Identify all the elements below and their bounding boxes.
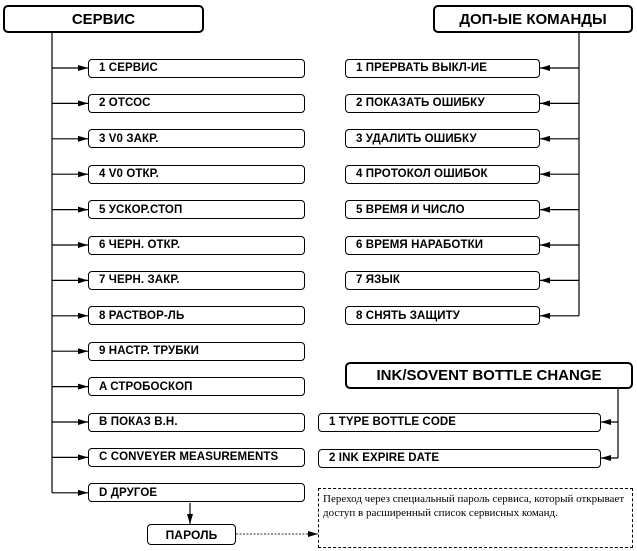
extra-menu-item[interactable]: 5 ВРЕМЯ И ЧИСЛО [345,200,540,220]
service-menu-item[interactable]: B ПОКАЗ В.Н. [88,412,305,432]
service-header: СЕРВИС [3,5,204,33]
extra-menu-item[interactable]: 4 ПРОТОКОЛ ОШИБОК [345,164,540,184]
service-menu-item[interactable]: 4 V0 ОТКР. [88,164,305,184]
extra-menu-item[interactable]: 1 ПРЕРВАТЬ ВЫКЛ-ИЕ [345,58,540,78]
password-box: ПАРОЛЬ [147,524,236,545]
service-menu-item[interactable]: 5 УСКОР.СТОП [88,200,305,220]
service-menu-item[interactable]: A СТРОБОСКОП [88,377,305,397]
service-menu-item[interactable]: 6 ЧЕРН. ОТКР. [88,235,305,255]
service-menu-item[interactable]: D ДРУГОЕ [88,483,305,503]
service-menu-item[interactable]: 7 ЧЕРН. ЗАКР. [88,270,305,290]
extra-menu-item[interactable]: 7 ЯЗЫК [345,270,540,290]
extra-menu-item[interactable]: 6 ВРЕМЯ НАРАБОТКИ [345,235,540,255]
password-note: Переход через специальный пароль сервиса… [318,488,633,548]
ink-bottle-change-header: INK/SOVENT BOTTLE CHANGE [345,362,633,389]
ink-menu-item[interactable]: 2 INK EXPIRE DATE [318,448,601,468]
service-menu-item[interactable]: C CONVEYER MEASUREMENTS [88,447,305,467]
service-menu-item[interactable]: 8 РАСТВОР-ЛЬ [88,306,305,326]
extra-commands-header: ДОП-ЫЕ КОМАНДЫ [433,5,633,33]
service-menu-item[interactable]: 1 СЕРВИС [88,58,305,78]
extra-menu-item[interactable]: 8 СНЯТЬ ЗАЩИТУ [345,306,540,326]
service-menu-item[interactable]: 2 ОТСОС [88,93,305,113]
service-menu-item[interactable]: 9 НАСТР. ТРУБКИ [88,341,305,361]
extra-menu-item[interactable]: 2 ПОКАЗАТЬ ОШИБКУ [345,93,540,113]
service-menu-item[interactable]: 3 V0 ЗАКР. [88,129,305,149]
extra-menu-item[interactable]: 3 УДАЛИТЬ ОШИБКУ [345,129,540,149]
ink-menu-item[interactable]: 1 TYPE BOTTLE CODE [318,412,601,432]
